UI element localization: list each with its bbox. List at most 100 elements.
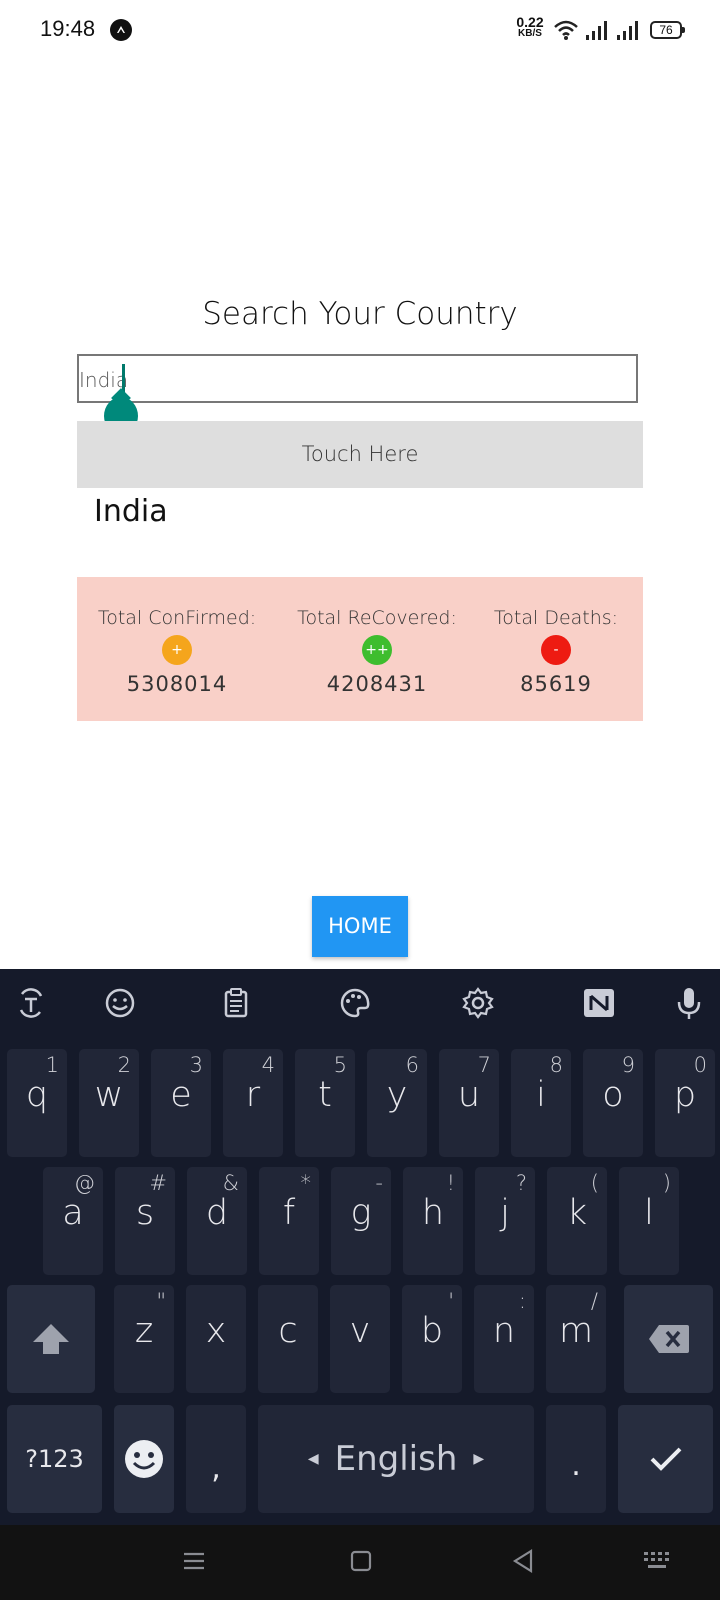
key-hint: #: [149, 1171, 167, 1195]
key-label: e: [170, 1075, 192, 1115]
key-label: p: [673, 1075, 697, 1115]
key-r[interactable]: r4: [223, 1049, 283, 1157]
key-label: v: [349, 1311, 371, 1351]
key-a[interactable]: a @: [43, 1167, 103, 1275]
search-input[interactable]: India: [77, 354, 638, 404]
key-hint: :: [518, 1289, 526, 1313]
double-plus-icon: ++: [362, 635, 392, 665]
stats-panel: Total ConFirmed: + 5308014 Total ReCover…: [77, 577, 643, 721]
palette-icon[interactable]: [338, 986, 372, 1020]
key-hint: ": [156, 1289, 166, 1313]
touch-here-button[interactable]: Touch Here: [77, 421, 643, 488]
key-k[interactable]: k(: [547, 1167, 607, 1275]
key-t[interactable]: t5: [295, 1049, 355, 1157]
key-hint: 4: [261, 1053, 275, 1077]
key-n[interactable]: n:: [474, 1285, 534, 1393]
key-w[interactable]: w2: [79, 1049, 139, 1157]
period-key[interactable]: .: [546, 1405, 606, 1513]
key-label: h: [421, 1193, 445, 1233]
key-hint: ': [448, 1289, 454, 1313]
key-hint: &: [222, 1171, 239, 1195]
result-country: India: [94, 494, 168, 529]
key-s[interactable]: s #: [115, 1167, 175, 1275]
news-icon[interactable]: [582, 986, 616, 1020]
key-label: l: [644, 1193, 654, 1233]
stat-label: Total ReCovered:: [297, 607, 457, 629]
stat-value: 85619: [520, 672, 592, 696]
key-label: f: [282, 1193, 296, 1233]
translate-icon[interactable]: [14, 986, 48, 1020]
key-y[interactable]: y6: [367, 1049, 427, 1157]
home-button[interactable]: HOME: [312, 896, 408, 957]
key-hint: 8: [549, 1053, 563, 1077]
key-label: o: [602, 1075, 624, 1115]
emoji-icon[interactable]: [103, 986, 137, 1020]
key-label: a: [62, 1193, 84, 1233]
key-label: g: [350, 1193, 372, 1233]
key-label: m: [558, 1311, 594, 1351]
key-label: r: [245, 1075, 261, 1115]
space-key-label: English: [334, 1439, 458, 1479]
enter-key[interactable]: [618, 1405, 713, 1513]
plus-icon: +: [162, 635, 192, 665]
key-b[interactable]: b ': [402, 1285, 462, 1393]
stat-label: Total ConFirmed:: [97, 607, 257, 629]
symbols-key[interactable]: ?123: [7, 1405, 102, 1513]
key-c[interactable]: c: [258, 1285, 318, 1393]
key-d[interactable]: d &: [187, 1167, 247, 1275]
clipboard-icon[interactable]: [219, 986, 253, 1020]
stat-recovered: Total ReCovered: ++ 4208431: [277, 607, 477, 696]
period-key-label: .: [571, 1447, 581, 1483]
key-hint: *: [300, 1171, 312, 1195]
stat-value: 5308014: [126, 672, 228, 696]
key-x[interactable]: x: [186, 1285, 246, 1393]
key-q[interactable]: q1: [7, 1049, 67, 1157]
key-u[interactable]: u7: [439, 1049, 499, 1157]
notification-app-icon: [110, 19, 132, 41]
keyboard-toolbar: [0, 969, 720, 1037]
key-hint: 5: [333, 1053, 347, 1077]
comma-key-label: ,: [211, 1450, 221, 1486]
key-v[interactable]: v: [330, 1285, 390, 1393]
minus-icon: -: [541, 635, 571, 665]
key-i[interactable]: i8: [511, 1049, 571, 1157]
key-label: w: [94, 1075, 124, 1115]
key-g[interactable]: g-: [331, 1167, 391, 1275]
key-hint: -: [375, 1171, 383, 1195]
key-label: j: [500, 1193, 510, 1233]
comma-key[interactable]: ,: [186, 1405, 246, 1513]
emoji-icon: [114, 1405, 174, 1513]
key-l[interactable]: l): [619, 1167, 679, 1275]
back-icon[interactable]: [511, 1549, 535, 1573]
keyboard-switch-icon[interactable]: [643, 1549, 673, 1573]
microphone-icon[interactable]: [672, 986, 706, 1020]
key-j[interactable]: j?: [475, 1167, 535, 1275]
key-f[interactable]: f *: [259, 1167, 319, 1275]
home-nav-icon[interactable]: [349, 1549, 373, 1573]
status-time: 19:48: [40, 16, 96, 41]
key-o[interactable]: o9: [583, 1049, 643, 1157]
key-p[interactable]: p0: [655, 1049, 715, 1157]
key-label: x: [205, 1311, 227, 1351]
menu-icon[interactable]: [182, 1549, 206, 1573]
key-hint: (: [590, 1171, 599, 1195]
key-hint: 9: [621, 1053, 635, 1077]
key-hint: 7: [477, 1053, 491, 1077]
signal-icon-2: [617, 21, 638, 40]
shift-icon: [7, 1285, 95, 1393]
key-hint: ): [662, 1171, 671, 1195]
key-m[interactable]: m /: [546, 1285, 606, 1393]
shift-key[interactable]: [7, 1285, 95, 1393]
key-z[interactable]: z ": [114, 1285, 174, 1393]
key-h[interactable]: h!: [403, 1167, 463, 1275]
system-nav-bar: [0, 1525, 720, 1600]
key-e[interactable]: e3: [151, 1049, 211, 1157]
stat-deaths: Total Deaths: - 85619: [461, 607, 651, 696]
stat-value: 4208431: [326, 672, 428, 696]
settings-icon[interactable]: [461, 986, 495, 1020]
space-key[interactable]: ◀ English ▶: [258, 1405, 534, 1513]
emoji-key[interactable]: [114, 1405, 174, 1513]
battery-icon: 76: [650, 21, 685, 39]
key-label: s: [135, 1193, 155, 1233]
backspace-key[interactable]: [624, 1285, 713, 1393]
